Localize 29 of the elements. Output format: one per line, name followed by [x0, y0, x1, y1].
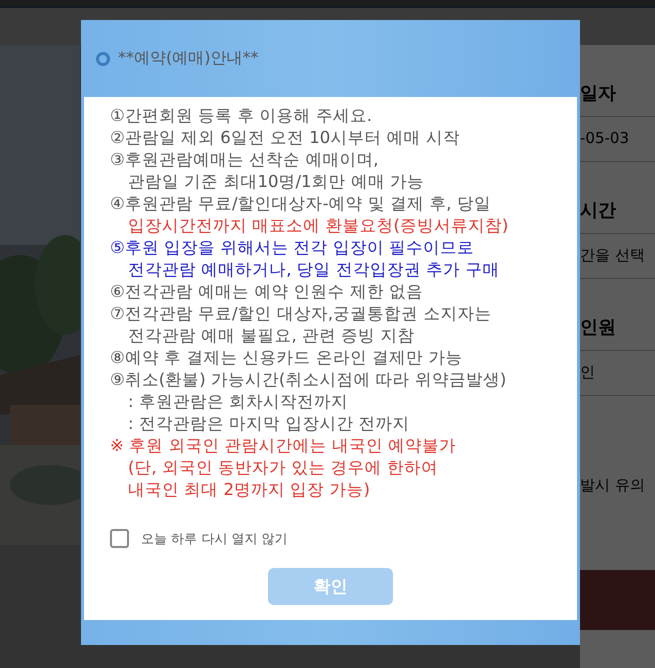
circle-icon	[96, 52, 110, 66]
checkbox[interactable]	[110, 529, 129, 548]
notice-text: 발시 유의	[580, 476, 645, 494]
field-label: 시간	[580, 200, 616, 221]
notice-line: ②관람일 제외 6일전 오전 10시부터 예매 시작	[110, 127, 461, 149]
modal-title: **예약(예매)안내**	[118, 48, 258, 69]
field-value: -05-03	[580, 129, 629, 147]
notice-line: 입장시간전까지 매표소에 환불요청(증빙서류지참)	[127, 215, 510, 237]
field-label: 일자	[580, 83, 616, 104]
notice-line: ①간편회원 등록 후 이용해 주세요.	[110, 105, 374, 127]
notice-line: ※ 후원 외국인 관람시간에는 내국인 예약불가	[110, 435, 458, 457]
notice-line: 내국인 최대 2명까지 입장 가능)	[127, 479, 371, 501]
field-label: 인원	[580, 317, 616, 338]
field-value: 간을 선택	[580, 246, 645, 264]
notice-line: ⑨취소(환불) 가능시간(취소시점에 따라 위약금발생)	[110, 369, 508, 391]
notice-line: : 후원관람은 회차시작전까지	[127, 391, 350, 413]
notice-line: ⑧예약 후 결제는 신용카드 온라인 결제만 가능	[110, 347, 464, 369]
notice-line: ⑦전각관람 무료/할인 대상자,궁궐통합권 소지자는	[110, 303, 492, 325]
notice-line: ⑤후원 입장을 위해서는 전각 입장이 필수이므로	[110, 237, 476, 259]
field-value: 인	[580, 363, 595, 381]
notice-line: ③후원관람예매는 선착순 예매이며,	[110, 149, 380, 171]
notice-line: ④후원관람 무료/할인대상자-예약 및 결제 후, 당일	[110, 193, 492, 215]
notice-line: : 전각관람은 마지막 입장시간 전까지	[127, 413, 411, 435]
notice-line: 전각관람 예매하거나, 당일 전각입장권 추가 구매	[127, 259, 500, 281]
notice-line: (단, 외국인 동반자가 있는 경우에 한하여	[127, 457, 439, 479]
notice-line: ⑥전각관람 예매는 예약 인원수 제한 없음	[110, 281, 424, 303]
notice-line: 전각관람 예매 불필요, 관련 증빙 지참	[127, 325, 416, 347]
checkbox-label[interactable]: 오늘 하루 다시 열지 않기	[141, 530, 288, 548]
notice-line: 관람일 기준 최대10명/1회만 예매 가능	[127, 171, 426, 193]
